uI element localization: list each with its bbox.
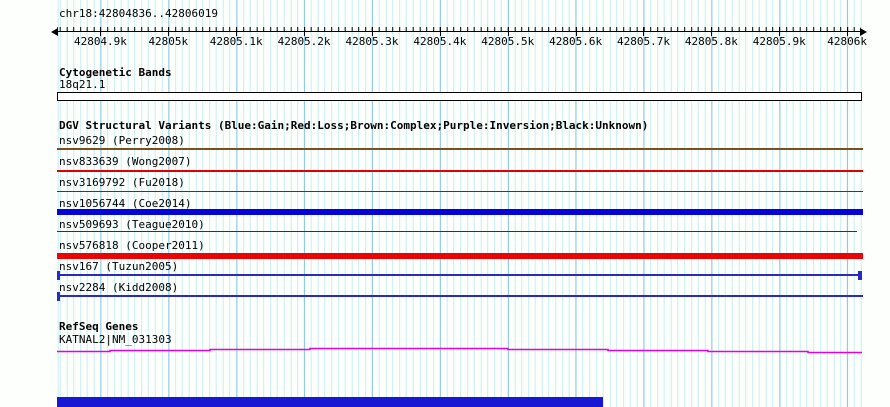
- ruler-tick-label: 42805.4k: [413, 35, 467, 48]
- variant-bar-loss-thick[interactable]: [57, 253, 863, 259]
- cytoband-box[interactable]: [57, 92, 862, 101]
- genome-browser-canvas: chr18:42804836..42806019 42804.9k 42805k 4…: [0, 0, 890, 407]
- ruler-tick-label: 42805.7k: [616, 35, 670, 48]
- ruler-tick-label: 42806k: [827, 35, 867, 48]
- ruler-tick-label: 42804.9k: [73, 35, 127, 48]
- cytoband-label[interactable]: 18q21.1: [59, 79, 105, 90]
- cytoband-track-title: Cytogenetic Bands: [59, 66, 172, 79]
- ruler-tick-label: 42805.6k: [549, 35, 603, 48]
- ruler-tick-label: 42805.2k: [277, 35, 331, 48]
- variant-bar-gain[interactable]: [57, 231, 857, 232]
- variant-label[interactable]: nsv1056744 (Coe2014): [59, 198, 191, 209]
- variant-left-cap: [57, 292, 60, 301]
- variant-label[interactable]: nsv509693 (Teague2010): [59, 219, 205, 230]
- variant-left-cap: [57, 271, 60, 280]
- variant-label[interactable]: nsv833639 (Wong2007): [59, 156, 191, 167]
- refseq-track-title: RefSeq Genes: [59, 320, 139, 333]
- variant-label[interactable]: nsv2284 (Kidd2008): [59, 282, 178, 293]
- ruler-tick-label: 42805.1k: [209, 35, 263, 48]
- region-coordinates: chr18:42804836..42806019: [59, 7, 218, 20]
- variant-bar-loss[interactable]: [57, 191, 863, 192]
- variant-label[interactable]: nsv576818 (Cooper2011): [59, 240, 205, 251]
- bottom-partial-track-bar[interactable]: [57, 397, 603, 407]
- variant-label[interactable]: nsv167 (Tuzun2005): [59, 261, 178, 272]
- ruler-tick-label: 42805k: [148, 35, 189, 48]
- gene-label[interactable]: KATNAL2|NM_031303: [59, 334, 172, 345]
- variant-bar-gain[interactable]: [57, 295, 863, 297]
- variant-right-cap: [858, 271, 862, 280]
- ruler-minor-ticks: [57, 27, 861, 31]
- variant-label[interactable]: nsv9629 (Perry2008): [59, 135, 185, 146]
- ruler-tick-label: 42805.8k: [684, 35, 738, 48]
- variant-bar-gain[interactable]: [57, 274, 861, 276]
- dgv-track-title: DGV Structural Variants (Blue:Gain;Red:L…: [59, 119, 649, 132]
- ruler-tick-label: 42805.3k: [345, 35, 399, 48]
- variant-bar-loss[interactable]: [57, 170, 863, 172]
- ruler-tick-label: 42805.5k: [481, 35, 535, 48]
- ruler-axis-line: [58, 31, 860, 32]
- ruler-tick-label: 42805.9k: [752, 35, 806, 48]
- variant-bar-gain-thick[interactable]: [57, 209, 863, 215]
- variant-label[interactable]: nsv3169792 (Fu2018): [59, 177, 185, 188]
- variant-bar-complex[interactable]: [57, 148, 863, 150]
